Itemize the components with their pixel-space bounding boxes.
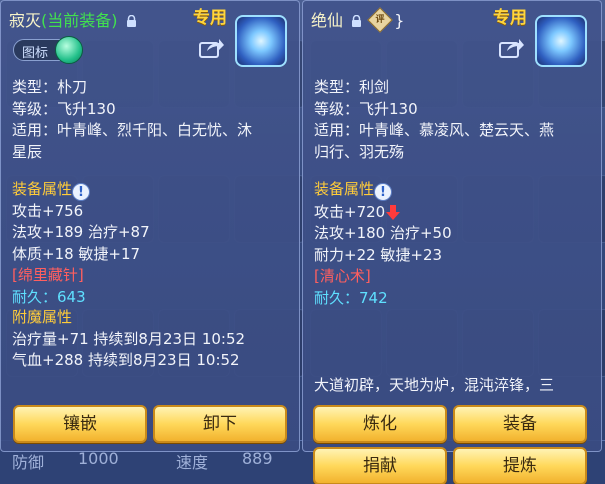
durability: 耐久：742 [314,288,388,307]
unequip-button[interactable]: 卸下 [153,405,287,443]
inlay-button[interactable]: 镶嵌 [13,405,147,443]
attack-stat: 攻击+720 [314,202,386,221]
defense-label: 防御 [12,453,45,472]
equip-button[interactable]: 装备 [453,405,587,443]
stamina-agility-stat: 耐力+22 敏捷+23 [314,245,443,264]
equipped-status: (当前装备) [41,11,118,30]
item-suitable: 适用：叶青峰、烈千阳、白无忧、沐 [12,121,253,139]
attributes-title: 装备属性 [314,180,375,198]
item-name: 绝仙 [311,11,344,30]
item-suitable-cont: 归行、羽无殇 [314,142,405,161]
item-level: 等级：飞升130 [314,99,418,118]
item-type: 类型：利剑 [314,78,390,96]
extract-button[interactable]: 提炼 [453,447,587,484]
share-icon[interactable] [499,37,525,59]
refine-button[interactable]: 炼化 [313,405,447,443]
down-arrow-icon [386,204,401,220]
item-name: 寂灭 [9,11,42,30]
item-description: 大道初辟，天地为炉，混沌淬锋，三 [314,375,554,397]
enchant-title: 附魔属性 [12,308,73,326]
icon-toggle-label: 图标 [22,46,49,61]
info-icon[interactable]: ! [374,183,393,201]
item-skill: [清心术] [314,267,371,285]
description-text: 大道初辟，天地为炉，混沌淬锋，三 [314,376,555,394]
item-suitable: 适用：叶青峰、慕凌风、楚云天、燕 [314,121,555,139]
icon-toggle[interactable]: 图标 [13,36,83,64]
body-agility-stat: 体质+18 敏捷+17 [12,244,141,263]
compare-item-tooltip: 绝仙 评 } 专用 类型：利剑 等级：飞升130 适用：叶青峰、慕凌风、楚云天、… [302,0,602,484]
info-icon[interactable]: ! [72,183,91,201]
share-icon[interactable] [199,37,225,59]
magic-heal-stat: 法攻+189 治疗+87 [12,223,150,241]
item-level: 等级：飞升130 [12,99,116,118]
lock-icon [352,15,362,27]
item-title: 绝仙 评 } [311,7,404,33]
enchant-hp: 气血+288 持续到8月23日 10:52 [12,351,240,369]
exclusive-tag: 专用 [493,8,527,28]
equipped-item-tooltip: 寂灭(当前装备) 专用 图标 类型：朴刀 等级：飞升130 适用：叶青峰、烈千阳… [0,0,300,452]
seal-label: 评 [375,15,385,25]
item-suitable-cont: 星辰 [12,142,43,161]
item-skill: [绵里藏针] [12,266,84,284]
item-attributes: 装备属性! 攻击+756 法攻+189 治疗+87 体质+18 敏捷+17 [绵… [12,179,150,308]
durability: 耐久：643 [12,287,86,306]
donate-button[interactable]: 捐献 [313,447,447,484]
weapon-saber-icon[interactable] [235,15,287,67]
speed-label: 速度 [176,453,209,472]
toggle-knob-icon [55,36,83,64]
attributes-title: 装备属性 [12,180,73,198]
item-basic-info: 类型：利剑 等级：飞升130 适用：叶青峰、慕凌风、楚云天、燕 归行、羽无殇 [314,77,554,163]
item-title: 寂灭(当前装备) [9,7,137,31]
magic-heal-stat: 法攻+180 治疗+50 [314,224,452,242]
item-basic-info: 类型：朴刀 等级：飞升130 适用：叶青峰、烈千阳、白无忧、沐 星辰 [12,77,252,163]
item-type: 类型：朴刀 [12,78,88,96]
enchant-section: 附魔属性 治疗量+71 持续到8月23日 10:52 气血+288 持续到8月2… [12,307,245,372]
attack-stat: 攻击+756 [12,201,84,220]
weapon-sword-icon[interactable] [535,15,587,67]
item-attributes: 装备属性! 攻击+720 法攻+180 治疗+50 耐力+22 敏捷+23 [清… [314,179,452,309]
lock-icon [126,15,136,27]
exclusive-tag: 专用 [193,8,227,28]
appraisal-seal-icon: 评 [367,7,393,33]
enchant-heal: 治疗量+71 持续到8月23日 10:52 [12,329,246,348]
